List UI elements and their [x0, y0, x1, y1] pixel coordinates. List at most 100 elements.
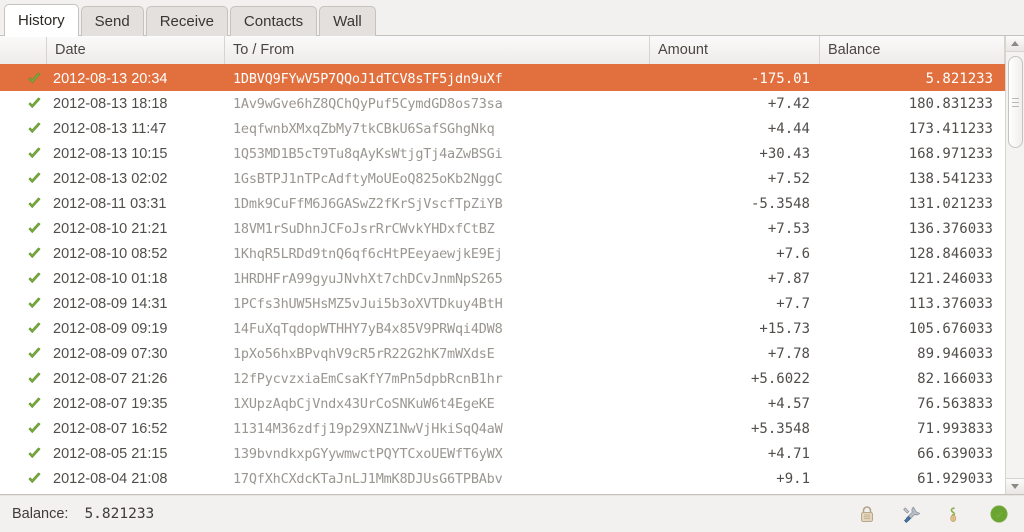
scrollbar-track[interactable]	[1006, 52, 1024, 478]
row-amount: +7.78	[650, 341, 820, 366]
confirmed-check-icon	[27, 146, 42, 161]
row-address: 1DBVQ9FYwV5P7QQoJ1dTCV8sTF5jdn9uXf	[225, 66, 650, 91]
row-amount: +7.87	[650, 266, 820, 291]
row-date: 2012-08-10 21:21	[47, 216, 225, 241]
table-row[interactable]: 2012-08-09 14:311PCfs3hUW5HsMZ5vJui5b3oX…	[0, 291, 1024, 316]
row-balance: 76.563833	[820, 391, 1005, 416]
row-status-icon	[0, 316, 47, 341]
row-date: 2012-08-07 19:35	[47, 391, 225, 416]
wallet-window: History Send Receive Contacts Wall Date …	[0, 0, 1024, 532]
row-balance: 168.971233	[820, 141, 1005, 166]
row-balance: 82.166033	[820, 366, 1005, 391]
vertical-scrollbar[interactable]	[1005, 36, 1024, 494]
row-address: 1pXo56hxBPvqhV9cR5rR22G2hK7mWXdsE	[225, 341, 650, 366]
table-row[interactable]: 2012-08-05 21:15139bvndkxpGYywmwctPQYTCx…	[0, 441, 1024, 466]
row-balance: 121.246033	[820, 266, 1005, 291]
row-amount: +7.7	[650, 291, 820, 316]
confirmed-check-icon	[27, 371, 42, 386]
row-date: 2012-08-07 16:52	[47, 416, 225, 441]
table-row[interactable]: 2012-08-13 10:151Q53MD1B5cT9Tu8qAyKsWtjg…	[0, 141, 1024, 166]
row-address: 1PCfs3hUW5HsMZ5vJui5b3oXVTDkuy4BtH	[225, 291, 650, 316]
network-status-icon[interactable]	[988, 503, 1010, 525]
tools-icon[interactable]	[900, 503, 922, 525]
scrollbar-thumb[interactable]	[1008, 56, 1023, 148]
table-row[interactable]: 2012-08-07 19:351XUpzAqbCjVndx43UrCoSNKu…	[0, 391, 1024, 416]
lock-icon[interactable]	[856, 503, 878, 525]
row-balance: 136.376033	[820, 216, 1005, 241]
row-address: 1GsBTPJ1nTPcAdftyMoUEoQ825oKb2NggC	[225, 166, 650, 191]
scroll-down-button[interactable]	[1006, 478, 1024, 494]
tab-wall[interactable]: Wall	[319, 6, 376, 36]
row-date: 2012-08-13 10:15	[47, 141, 225, 166]
confirmed-check-icon	[27, 246, 42, 261]
row-status-icon	[0, 141, 47, 166]
table-row[interactable]: 2012-08-10 01:181HRDHFrA99gyuJNvhXt7chDC…	[0, 266, 1024, 291]
table-body: 2012-08-13 20:341DBVQ9FYwV5P7QQoJ1dTCV8s…	[0, 66, 1024, 494]
confirmed-check-icon	[27, 321, 42, 336]
key-icon[interactable]	[944, 503, 966, 525]
scroll-up-arrow-icon	[1011, 41, 1019, 46]
table-row[interactable]: 2012-08-13 20:341DBVQ9FYwV5P7QQoJ1dTCV8s…	[0, 66, 1024, 91]
row-amount: -175.01	[650, 66, 820, 91]
row-address: 1eqfwnbXMxqZbMy7tkCBkU6SafSGhgNkq	[225, 116, 650, 141]
table-row[interactable]: 2012-08-13 11:471eqfwnbXMxqZbMy7tkCBkU6S…	[0, 116, 1024, 141]
row-address: 1HRDHFrA99gyuJNvhXt7chDCvJnmNpS265	[225, 266, 650, 291]
row-address: 14FuXqTqdopWTHHY7yB4x85V9PRWqi4DW8	[225, 316, 650, 341]
table-row[interactable]: 2012-08-10 08:521KhqR5LRDd9tnQ6qf6cHtPEe…	[0, 241, 1024, 266]
tab-send[interactable]: Send	[81, 6, 144, 36]
table-row[interactable]: 2012-08-09 07:301pXo56hxBPvqhV9cR5rR22G2…	[0, 341, 1024, 366]
scroll-up-button[interactable]	[1006, 36, 1024, 52]
tab-receive[interactable]: Receive	[146, 6, 228, 36]
table-row[interactable]: 2012-08-13 02:021GsBTPJ1nTPcAdftyMoUEoQ8…	[0, 166, 1024, 191]
row-balance: 180.831233	[820, 91, 1005, 116]
confirmed-check-icon	[27, 171, 42, 186]
row-status-icon	[0, 216, 47, 241]
row-amount: +7.52	[650, 166, 820, 191]
tab-label: History	[18, 12, 65, 29]
table-row[interactable]: 2012-08-04 21:0817QfXhCXdcKTaJnLJ1MmK8DJ…	[0, 466, 1024, 491]
grip-line-icon	[1012, 98, 1019, 99]
tab-history[interactable]: History	[4, 4, 79, 36]
row-date: 2012-08-13 18:18	[47, 91, 225, 116]
row-balance: 128.846033	[820, 241, 1005, 266]
row-amount: +7.6	[650, 241, 820, 266]
row-balance: 5.821233	[820, 66, 1005, 91]
row-status-icon	[0, 366, 47, 391]
row-balance: 71.993833	[820, 416, 1005, 441]
confirmed-check-icon	[27, 96, 42, 111]
row-balance: 173.411233	[820, 116, 1005, 141]
row-date: 2012-08-09 07:30	[47, 341, 225, 366]
row-status-icon	[0, 441, 47, 466]
column-header-balance[interactable]: Balance	[820, 36, 1005, 64]
row-date: 2012-08-13 20:34	[47, 66, 225, 91]
row-amount: +9.1	[650, 466, 820, 491]
table-row[interactable]: 2012-08-09 09:1914FuXqTqdopWTHHY7yB4x85V…	[0, 316, 1024, 341]
confirmed-check-icon	[27, 421, 42, 436]
confirmed-check-icon	[27, 196, 42, 211]
confirmed-check-icon	[27, 471, 42, 486]
column-header-date[interactable]: Date	[47, 36, 225, 64]
confirmed-check-icon	[27, 221, 42, 236]
table-row[interactable]: 2012-08-07 21:2612fPycvzxiaEmCsaKfY7mPn5…	[0, 366, 1024, 391]
row-amount: +7.42	[650, 91, 820, 116]
row-date: 2012-08-11 03:31	[47, 191, 225, 216]
row-date: 2012-08-13 02:02	[47, 166, 225, 191]
tab-label: Send	[95, 13, 130, 30]
table-row[interactable]: 2012-08-11 03:311Dmk9CuFfM6J6GASwZ2fKrSj…	[0, 191, 1024, 216]
row-date: 2012-08-04 21:08	[47, 466, 225, 491]
table-row[interactable]: 2012-08-07 16:5211314M36zdfj19p29XNZ1NwV…	[0, 416, 1024, 441]
table-row[interactable]: 2012-08-10 21:2118VM1rSuDhnJCFoJsrRrCWvk…	[0, 216, 1024, 241]
tab-label: Receive	[160, 13, 214, 30]
row-date: 2012-08-10 08:52	[47, 241, 225, 266]
confirmed-check-icon	[27, 396, 42, 411]
row-status-icon	[0, 341, 47, 366]
row-amount: +4.44	[650, 116, 820, 141]
table-row[interactable]: 2012-08-13 18:181Av9wGve6hZ8QChQyPuf5Cym…	[0, 91, 1024, 116]
row-address: 139bvndkxpGYywmwctPQYTCxoUEWfT6yWX	[225, 441, 650, 466]
row-amount: +4.57	[650, 391, 820, 416]
column-header-amount[interactable]: Amount	[650, 36, 820, 64]
tab-contacts[interactable]: Contacts	[230, 6, 317, 36]
row-date: 2012-08-09 14:31	[47, 291, 225, 316]
column-header-status[interactable]	[0, 36, 47, 64]
column-header-address[interactable]: To / From	[225, 36, 650, 64]
